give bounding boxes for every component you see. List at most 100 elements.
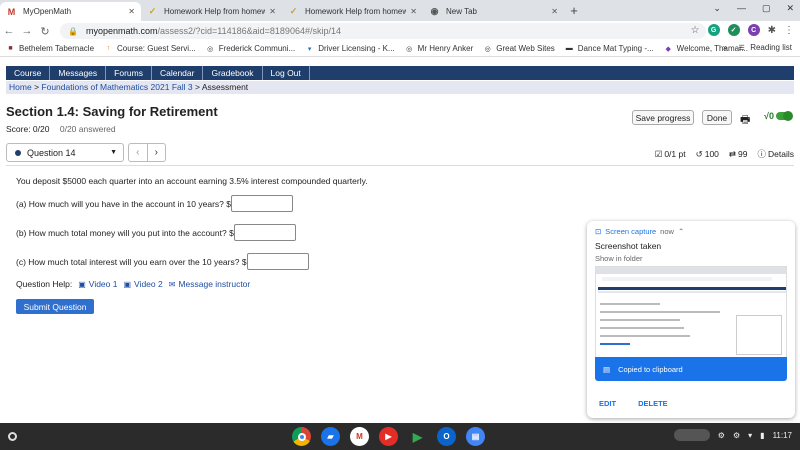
maximize-icon[interactable]: ▢ (762, 3, 771, 14)
clipboard-icon: ▤ (603, 364, 611, 374)
minimize-icon[interactable]: — (737, 3, 746, 14)
homework-icon: ✓ (148, 6, 157, 16)
video-2-link[interactable]: ▣ Video 2 (123, 279, 162, 289)
bookmark-item[interactable]: ▾ Driver Licensing - K... (305, 44, 395, 53)
video-1-link[interactable]: ▣ Video 1 (78, 279, 117, 289)
next-question-icon[interactable]: › (148, 144, 166, 161)
new-tab-button[interactable]: + (564, 2, 584, 21)
part-a-label: (a) How much will you have in the accoun… (16, 198, 231, 209)
globe-icon: ◎ (484, 45, 491, 53)
nav-forums[interactable]: Forums (106, 66, 152, 80)
close-icon[interactable]: ✕ (410, 7, 417, 16)
points-value: 0/1 pt (664, 149, 686, 159)
copied-banner: ▤ Copied to clipboard (595, 357, 787, 381)
question-select-label: Question 14 (27, 147, 76, 158)
breadcrumb: Home > Foundations of Mathematics 2021 F… (6, 81, 794, 94)
tab-homework-help-2[interactable]: ✓ Homework Help from homework ✕ (282, 2, 423, 21)
nav-course[interactable]: Course (6, 66, 51, 80)
details-button[interactable]: ⓘ Details (758, 148, 795, 160)
tote-icon[interactable] (673, 429, 710, 441)
extension-icon[interactable]: ✓ (727, 24, 740, 36)
bookmark-item[interactable]: ■ Bethelem Tabernacle (6, 44, 94, 53)
bookmark-label: Great Web Sites (496, 44, 555, 53)
nav-messages[interactable]: Messages (50, 66, 107, 80)
extensions-puzzle-icon[interactable]: ✱ (768, 25, 776, 36)
breadcrumb-home[interactable]: Home (9, 82, 32, 92)
thumb-line (600, 343, 630, 345)
question-part-b: (b) How much total money will you put in… (16, 224, 296, 241)
notification-subtitle[interactable]: Show in folder (595, 254, 643, 263)
docs-icon[interactable]: ▤ (466, 427, 485, 446)
tab-strip: M MyOpenMath ✕ ✓ Homework Help from home… (0, 0, 800, 21)
tab-homework-help-1[interactable]: ✓ Homework Help from homework ✕ (141, 2, 282, 21)
question-pager: ‹ › (128, 143, 166, 162)
youtube-icon[interactable]: ▶ (379, 427, 398, 446)
notification-time: now (660, 227, 674, 236)
menu-kebab-icon[interactable]: ⋮ (784, 25, 794, 36)
more-bookmarks-icon[interactable]: » (723, 43, 727, 52)
status-tray[interactable]: ⚙ ⚙ ▾ ▮ 11:17 (673, 429, 792, 441)
reading-list-button[interactable]: ☰ Reading list (737, 43, 792, 52)
save-progress-button[interactable]: Save progress (632, 110, 694, 125)
retries-stat: ↺ 100 (696, 149, 719, 160)
nav-calendar[interactable]: Calendar (152, 66, 204, 80)
part-b-label: (b) How much total money will you put in… (16, 227, 234, 238)
settings-icon: ⚙ (717, 430, 725, 440)
edit-button[interactable]: EDIT (599, 399, 616, 408)
screenshot-thumbnail[interactable] (595, 266, 787, 358)
delete-button[interactable]: DELETE (638, 399, 668, 408)
toggle-switch[interactable] (775, 111, 793, 121)
reload-icon[interactable]: ↻ (36, 25, 54, 38)
answer-b-input[interactable] (233, 224, 296, 241)
bookmark-item[interactable]: ◎ Mr Henry Anker (405, 44, 473, 53)
bookmark-item[interactable]: ◎ Frederick Communi... (206, 44, 295, 53)
bookmark-star-icon[interactable]: ☆ (691, 25, 700, 36)
bookmark-item[interactable]: ▬ Dance Mat Typing -... (565, 44, 654, 53)
video-2-label: Video 2 (134, 279, 163, 289)
tab-search-icon[interactable]: ⌄ (713, 3, 721, 14)
submit-question-button[interactable]: Submit Question (16, 299, 94, 314)
outlook-icon[interactable]: O (437, 427, 456, 446)
question-intro: You deposit $5000 each quarter into an a… (16, 176, 368, 186)
address-bar[interactable]: 🔒 myopenmath.com /assess2/?cid=114186&ai… (60, 23, 706, 39)
chrome-icon[interactable] (292, 427, 311, 446)
chevron-up-icon[interactable]: ⌃ (678, 227, 684, 236)
lock-icon[interactable]: 🔒 (68, 27, 78, 36)
gmail-icon[interactable]: M (350, 427, 369, 446)
answer-a-input[interactable] (230, 195, 293, 212)
bookmark-item[interactable]: ◎ Great Web Sites (483, 44, 555, 53)
launcher-icon[interactable] (8, 432, 17, 441)
bookmark-label: Bethelem Tabernacle (19, 44, 95, 53)
bookmark-favicon-icon: ◆ (665, 45, 671, 53)
question-select[interactable]: Question 14 ▼ (6, 143, 124, 162)
close-icon[interactable]: ✕ (551, 7, 558, 16)
tab-myopenmath[interactable]: M MyOpenMath ✕ (0, 2, 141, 21)
nav-logout[interactable]: Log Out (263, 66, 310, 80)
bookmark-item[interactable]: ↑ Course: Guest Servi... (104, 44, 196, 53)
screen-capture-icon: ⊡ (595, 227, 602, 236)
play-store-icon[interactable]: ▶ (408, 427, 427, 446)
previous-question-icon[interactable]: ‹ (129, 144, 148, 161)
answer-c-input[interactable] (246, 253, 309, 270)
close-icon[interactable]: ✕ (128, 7, 135, 16)
close-window-icon[interactable]: ✕ (786, 3, 794, 14)
done-button[interactable]: Done (702, 110, 732, 125)
reading-list-icon: ☰ (738, 44, 745, 52)
calculator-toggle[interactable]: √0 (764, 111, 793, 121)
tab-new-tab[interactable]: ◉ New Tab ✕ (423, 2, 564, 21)
print-icon[interactable]: 🖶 (740, 111, 750, 130)
files-icon[interactable]: ▰ (321, 427, 340, 446)
close-icon[interactable]: ✕ (269, 7, 276, 16)
breadcrumb-course[interactable]: Foundations of Mathematics 2021 Fall 3 (41, 82, 192, 92)
mail-icon: ✉ (168, 279, 176, 289)
forward-icon[interactable]: → (18, 25, 36, 37)
pinned-apps: ▰ M ▶ ▶ O ▤ (292, 427, 485, 446)
extension-c-icon[interactable]: C (747, 24, 760, 36)
repeat-icon: ⇄ (728, 148, 737, 159)
bookmark-favicon-icon: ■ (8, 45, 13, 52)
back-icon[interactable]: ← (0, 25, 18, 37)
attempts-value: 99 (738, 149, 748, 159)
extension-grammarly-icon[interactable]: G (707, 24, 720, 36)
message-instructor-link[interactable]: ✉ Message instructor (169, 279, 251, 289)
nav-gradebook[interactable]: Gradebook (203, 66, 263, 80)
